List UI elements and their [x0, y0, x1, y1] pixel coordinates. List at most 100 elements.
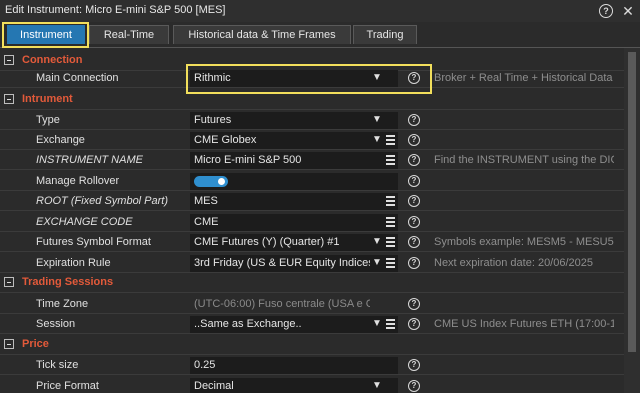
- row-instrument-name[interactable]: INSTRUMENT NAME Micro E-mini S&P 500 ? F…: [0, 150, 624, 170]
- tab-instrument-label: Instrument: [20, 29, 72, 41]
- row-tick-size[interactable]: Tick size 0.25 ?: [0, 355, 624, 375]
- property-name: Futures Symbol Format: [36, 236, 151, 248]
- row-exchange[interactable]: Exchange CME Globex ▼ ?: [0, 130, 624, 150]
- symbol-format-dropdown[interactable]: CME Futures (Y) (Quarter) #1 ▼: [190, 234, 398, 251]
- property-value: Decimal: [194, 380, 234, 392]
- help-icon[interactable]: ?: [408, 72, 420, 84]
- rollover-toggle[interactable]: [194, 176, 228, 187]
- menu-icon[interactable]: [386, 237, 395, 248]
- section-label: Price: [22, 338, 49, 350]
- exchange-code-field[interactable]: CME: [190, 214, 398, 231]
- property-name: Price Format: [36, 380, 99, 392]
- collapse-icon[interactable]: [4, 94, 14, 104]
- help-icon[interactable]: ?: [408, 380, 420, 392]
- price-format-dropdown[interactable]: Decimal ▼: [190, 378, 398, 393]
- tab-real-time[interactable]: Real-Time: [89, 25, 169, 44]
- collapse-icon[interactable]: [4, 339, 14, 349]
- help-icon[interactable]: ?: [408, 298, 420, 310]
- menu-icon[interactable]: [386, 319, 395, 330]
- property-value: 0.25: [194, 359, 216, 371]
- section-price[interactable]: Price: [0, 335, 624, 355]
- tick-size-field[interactable]: 0.25: [190, 357, 398, 374]
- chevron-down-icon[interactable]: ▼: [371, 257, 383, 269]
- property-value: Rithmic: [194, 72, 231, 84]
- row-time-zone[interactable]: Time Zone (UTC-06:00) Fuso centrale (USA…: [0, 294, 624, 314]
- chevron-down-icon[interactable]: ▼: [371, 318, 383, 330]
- property-note: Symbols example: MESM5 - MESU5 - MESZ5: [434, 236, 614, 248]
- menu-icon[interactable]: [386, 155, 395, 166]
- menu-icon[interactable]: [386, 135, 395, 146]
- tab-historical-data-label: Historical data & Time Frames: [188, 29, 336, 41]
- expiration-rule-dropdown[interactable]: 3rd Friday (US & EUR Equity Indices) ▼: [190, 255, 398, 272]
- help-icon[interactable]: ?: [408, 134, 420, 146]
- property-value: CME Globex: [194, 134, 257, 146]
- property-name: Type: [36, 114, 60, 126]
- section-label: Connection: [22, 54, 83, 66]
- help-icon[interactable]: ?: [408, 195, 420, 207]
- chevron-down-icon[interactable]: ▼: [371, 72, 383, 84]
- property-name: Session: [36, 318, 76, 330]
- row-session[interactable]: Session ..Same as Exchange.. ▼ ? CME US …: [0, 314, 624, 334]
- time-zone-field: (UTC-06:00) Fuso centrale (USA e Canada): [190, 296, 398, 313]
- row-exchange-code[interactable]: EXCHANGE CODE CME ?: [0, 212, 624, 232]
- help-icon[interactable]: ?: [408, 154, 420, 166]
- root-field[interactable]: MES: [190, 193, 398, 210]
- help-icon[interactable]: ?: [408, 175, 420, 187]
- property-value: Micro E-mini S&P 500: [194, 154, 302, 166]
- help-icon[interactable]: ?: [408, 359, 420, 371]
- vertical-scrollbar[interactable]: [624, 48, 640, 393]
- property-name: Exchange: [36, 134, 85, 146]
- help-icon[interactable]: ?: [408, 257, 420, 269]
- scrollbar-thumb[interactable]: [628, 52, 636, 352]
- row-main-connection[interactable]: Main Connection Rithmic ▼ ? Broker + Rea…: [0, 68, 624, 88]
- tab-trading[interactable]: Trading: [353, 25, 417, 44]
- collapse-icon[interactable]: [4, 55, 14, 65]
- section-trading-sessions[interactable]: Trading Sessions: [0, 273, 624, 293]
- menu-icon[interactable]: [386, 217, 395, 228]
- row-expiration-rule[interactable]: Expiration Rule 3rd Friday (US & EUR Equ…: [0, 253, 624, 273]
- chevron-down-icon[interactable]: ▼: [371, 114, 383, 126]
- help-icon[interactable]: ?: [408, 216, 420, 228]
- instrument-name-field[interactable]: Micro E-mini S&P 500: [190, 152, 398, 169]
- property-name: Manage Rollover: [36, 175, 120, 187]
- rollover-toggle-cell: [190, 173, 398, 190]
- exchange-dropdown[interactable]: CME Globex ▼: [190, 132, 398, 149]
- session-dropdown[interactable]: ..Same as Exchange.. ▼: [190, 316, 398, 333]
- properties-grid: Connection Main Connection Rithmic ▼ ? B…: [0, 48, 624, 393]
- chevron-down-icon[interactable]: ▼: [371, 236, 383, 248]
- tab-trading-label: Trading: [366, 29, 404, 41]
- property-value: 3rd Friday (US & EUR Equity Indices): [194, 257, 370, 269]
- chevron-down-icon[interactable]: ▼: [371, 134, 383, 146]
- main-connection-dropdown[interactable]: Rithmic ▼: [190, 70, 398, 87]
- property-value: CME: [194, 216, 219, 228]
- collapse-icon[interactable]: [4, 277, 14, 287]
- row-futures-symbol-format[interactable]: Futures Symbol Format CME Futures (Y) (Q…: [0, 232, 624, 252]
- type-dropdown[interactable]: Futures ▼: [190, 112, 398, 129]
- property-name: Time Zone: [36, 298, 89, 310]
- menu-icon[interactable]: [386, 258, 395, 269]
- property-name: EXCHANGE CODE: [36, 216, 133, 228]
- help-icon[interactable]: ?: [408, 318, 420, 330]
- close-icon[interactable]: ✕: [620, 3, 636, 19]
- tab-bar: Instrument Real-Time Historical data & T…: [0, 22, 640, 48]
- property-value: ..Same as Exchange..: [194, 318, 302, 330]
- help-icon[interactable]: ?: [598, 3, 614, 19]
- property-name: Main Connection: [36, 72, 119, 84]
- row-divider: [0, 335, 624, 355]
- section-instrument[interactable]: Intrument: [0, 90, 624, 110]
- help-icon[interactable]: ?: [408, 114, 420, 126]
- row-root[interactable]: ROOT (Fixed Symbol Part) MES ?: [0, 191, 624, 211]
- tab-historical-data[interactable]: Historical data & Time Frames: [173, 25, 351, 44]
- help-icon[interactable]: ?: [408, 236, 420, 248]
- menu-icon[interactable]: [386, 196, 395, 207]
- help-glyph: ?: [599, 4, 613, 18]
- row-manage-rollover[interactable]: Manage Rollover ?: [0, 171, 624, 191]
- window-title: Edit Instrument: Micro E-mini S&P 500 [M…: [5, 4, 226, 16]
- chevron-down-icon[interactable]: ▼: [371, 380, 383, 392]
- row-type[interactable]: Type Futures ▼ ?: [0, 110, 624, 130]
- row-price-format[interactable]: Price Format Decimal ▼ ?: [0, 376, 624, 393]
- tab-instrument[interactable]: Instrument: [7, 25, 85, 44]
- property-name: Tick size: [36, 359, 79, 371]
- property-value: MES: [194, 195, 218, 207]
- property-value: (UTC-06:00) Fuso centrale (USA e Canada): [194, 298, 370, 310]
